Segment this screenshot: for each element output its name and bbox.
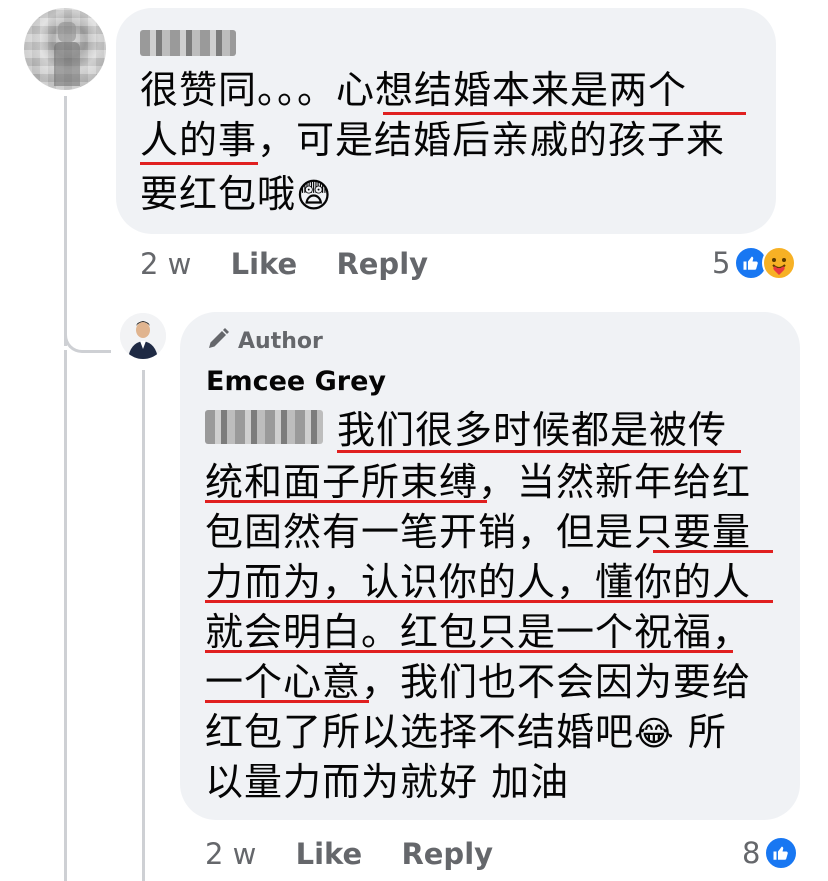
author-name[interactable]: Emcee Grey <box>206 366 386 397</box>
thread-line-vertical-lower <box>64 350 67 881</box>
redacted-mention[interactable] <box>205 410 323 444</box>
highlight-underline <box>337 450 741 453</box>
reply-text-line-1: 我们很多时候都是被传 <box>337 408 728 452</box>
timestamp[interactable]: 2 w <box>205 837 256 871</box>
author-badge: Author <box>206 327 323 355</box>
pencil-icon <box>206 327 230 355</box>
reply-text-line-5: 就会明白。红包只是一个祝福， <box>205 610 752 654</box>
like-icon <box>764 836 799 870</box>
reply-text-line-8: 以量力而为就好 加油 <box>205 760 570 804</box>
highlight-underline <box>205 700 369 703</box>
reply-text-line-4: 力而为，认识你的人，懂你的人 <box>205 560 752 604</box>
thread-line-vertical <box>64 96 67 346</box>
comment-text: 要红包哦 <box>140 172 297 216</box>
reaction-summary[interactable]: 5 <box>712 246 797 280</box>
reply-text: 所 <box>674 710 727 754</box>
thread-line-curve <box>64 330 111 353</box>
comment-text-line-1: 很赞同。。。心想结婚本来是两个 <box>140 68 688 112</box>
author-avatar[interactable] <box>120 313 166 359</box>
reaction-count: 8 <box>742 836 761 870</box>
reply-meta: 2 w Like Reply <box>205 837 493 871</box>
highlight-underline <box>140 162 258 165</box>
commenter-avatar[interactable] <box>24 8 106 90</box>
reply-button[interactable]: Reply <box>336 247 428 281</box>
reaction-count: 5 <box>712 246 731 280</box>
like-button[interactable]: Like <box>296 837 363 871</box>
care-icon <box>762 246 797 280</box>
comment-meta: 2 w Like Reply <box>140 247 428 281</box>
reply-button[interactable]: Reply <box>401 837 493 871</box>
redacted-author-name[interactable] <box>140 30 236 56</box>
highlight-underline <box>653 550 773 553</box>
reply-text-line-3: 包固然有一笔开销，但是只要量 <box>205 510 752 554</box>
like-button[interactable]: Like <box>231 247 298 281</box>
reply-text-line-6: 一个心意，我们也不会因为要给 <box>205 660 752 704</box>
laughing-emoji-icon: 😂 <box>634 714 675 754</box>
highlight-underline <box>205 500 487 503</box>
reply-text: 红包了所以选择不结婚吧 <box>205 710 635 754</box>
comment-text-line-3: 要红包哦😨 <box>140 170 332 220</box>
reply-text-line-2: 统和面子所束缚，当然新年给红 <box>205 460 752 504</box>
timestamp[interactable]: 2 w <box>140 247 191 281</box>
highlight-underline <box>383 112 746 115</box>
highlight-underline <box>205 650 733 653</box>
fearful-emoji-icon: 😨 <box>296 176 333 216</box>
comment-text-line-2: 人的事，可是结婚后亲戚的孩子来 <box>140 118 726 162</box>
reply-thread-line <box>142 370 145 881</box>
author-badge-label: Author <box>238 328 323 354</box>
highlight-underline <box>205 600 773 603</box>
reply-text-line-7: 红包了所以选择不结婚吧😂 所 <box>205 708 727 758</box>
reaction-summary[interactable]: 8 <box>742 836 799 870</box>
